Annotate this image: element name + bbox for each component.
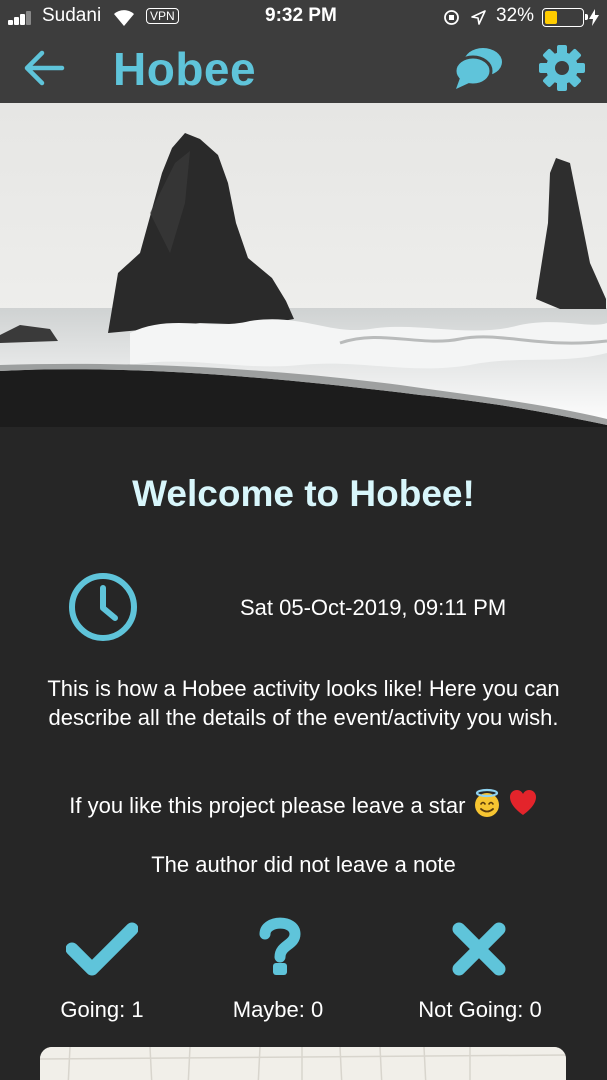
not-going-x-icon[interactable] — [451, 921, 507, 977]
gear-icon[interactable] — [538, 44, 586, 92]
status-bar: Sudani VPN 9:32 PM 32% — [0, 0, 607, 34]
clock-time: 9:32 PM — [265, 5, 337, 26]
maybe-count: Maybe: 0 — [232, 997, 324, 1022]
back-arrow-icon[interactable] — [22, 48, 66, 88]
location-arrow-icon — [471, 10, 486, 25]
app-bar: Hobee — [0, 34, 607, 103]
signal-strength-icon — [8, 11, 38, 25]
vpn-badge: VPN — [146, 8, 179, 24]
carrier-name: Sudani — [42, 5, 102, 26]
star-request: If you like this project please leave a … — [0, 788, 607, 819]
going-check-icon[interactable] — [66, 921, 138, 977]
event-location-map[interactable] — [40, 1047, 566, 1080]
author-note: The author did not leave a note — [151, 852, 456, 877]
star-request-text: If you like this project please leave a … — [69, 793, 466, 818]
wifi-icon — [114, 10, 134, 26]
chat-bubbles-icon[interactable] — [454, 46, 504, 92]
clock-icon — [69, 573, 137, 641]
maybe-question-icon[interactable] — [258, 917, 302, 977]
event-details: Welcome to Hobee! Sat 05-Oct-2019, 09:11… — [0, 427, 607, 1080]
not-going-count: Not Going: 0 — [418, 997, 542, 1022]
smiling-face-with-halo-icon — [474, 788, 499, 817]
orientation-lock-icon — [444, 10, 459, 25]
charging-bolt-icon — [589, 9, 599, 26]
going-count: Going: 1 — [60, 997, 144, 1022]
event-datetime: Sat 05-Oct-2019, 09:11 PM — [240, 595, 507, 620]
app-title: Hobee — [113, 43, 257, 95]
battery-icon — [542, 8, 588, 27]
event-heading: Welcome to Hobee! — [132, 473, 475, 514]
battery-percent: 32% — [496, 5, 535, 26]
event-description: This is how a Hobee activity looks like!… — [47, 676, 560, 730]
event-cover-image — [0, 103, 607, 427]
red-heart-icon — [509, 790, 536, 815]
